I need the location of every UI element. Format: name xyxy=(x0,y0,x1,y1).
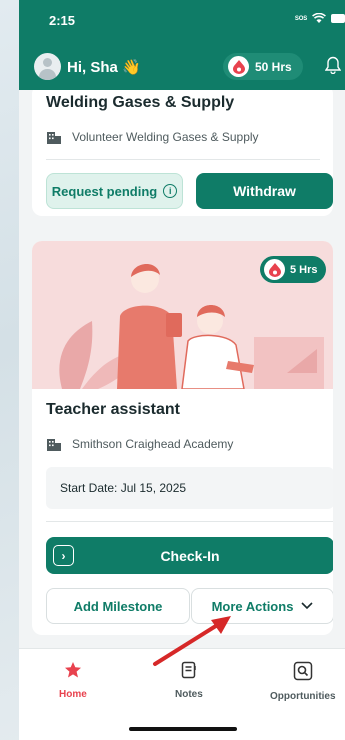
greeting-text: Hi, Sha 👋 xyxy=(67,59,141,76)
search-icon xyxy=(293,661,313,681)
pending-label: Request pending xyxy=(51,183,158,199)
feed[interactable]: Welding Gases & Supply Volunteer Welding… xyxy=(19,90,345,648)
nav-label: Opportunities xyxy=(270,691,336,702)
nav-item-opportunities[interactable]: Opportunities xyxy=(270,661,336,702)
building-icon xyxy=(47,439,61,451)
battery-icon xyxy=(331,14,345,23)
start-date-box: Start Date: Jul 15, 2025 xyxy=(46,467,333,509)
divider xyxy=(46,159,320,160)
nav-label: Home xyxy=(59,689,87,700)
info-icon[interactable]: i xyxy=(163,184,178,198)
flame-icon xyxy=(264,259,285,280)
nav-item-home[interactable]: Home xyxy=(59,661,87,700)
check-in-label: Check-In xyxy=(160,547,220,564)
star-icon xyxy=(64,662,81,678)
home-indicator xyxy=(129,727,237,731)
card-title: Welding Gases & Supply xyxy=(46,94,235,111)
start-date: Start Date: Jul 15, 2025 xyxy=(60,481,187,495)
wifi-icon xyxy=(312,13,326,23)
chevron-down-icon xyxy=(301,602,313,610)
chevron-right-icon: › xyxy=(53,545,74,566)
building-icon xyxy=(47,132,61,144)
hero-illustration: 5 Hrs xyxy=(32,241,333,390)
request-pending-button[interactable]: Request pending i xyxy=(46,173,183,209)
hours-badge: 5 Hrs xyxy=(260,256,326,283)
withdraw-button[interactable]: Withdraw xyxy=(196,173,333,209)
avatar[interactable] xyxy=(34,53,61,80)
opportunity-card-teacher: 5 Hrs Teacher assistant Smithson Craighe… xyxy=(32,241,333,635)
phone-screen: 2:15 SOS Hi, Sha 👋 50 Hrs Welding Gases … xyxy=(19,0,345,740)
org-name: Smithson Craighead Academy xyxy=(72,437,234,451)
nav-label: Notes xyxy=(175,689,203,700)
org-row: Volunteer Welding Gases & Supply xyxy=(46,130,259,144)
annotation-arrow xyxy=(153,616,231,666)
card-title: Teacher assistant xyxy=(46,401,180,418)
hours-text: 5 Hrs xyxy=(290,263,318,276)
divider xyxy=(46,521,333,522)
bell-icon[interactable] xyxy=(325,56,341,74)
org-row: Smithson Craighead Academy xyxy=(46,437,233,451)
total-hours-badge[interactable]: 50 Hrs xyxy=(223,53,303,80)
status-icons: SOS xyxy=(295,13,345,24)
check-in-button[interactable]: › Check-In xyxy=(46,537,333,574)
sos-indicator: SOS xyxy=(294,15,307,22)
org-name: Volunteer Welding Gases & Supply xyxy=(72,130,259,144)
total-hours-text: 50 Hrs xyxy=(255,59,292,74)
status-time: 2:15 xyxy=(49,13,76,28)
flame-icon xyxy=(228,56,249,77)
opportunity-card-welding: Welding Gases & Supply Volunteer Welding… xyxy=(32,90,333,216)
app-header: 2:15 SOS Hi, Sha 👋 50 Hrs xyxy=(19,0,345,90)
